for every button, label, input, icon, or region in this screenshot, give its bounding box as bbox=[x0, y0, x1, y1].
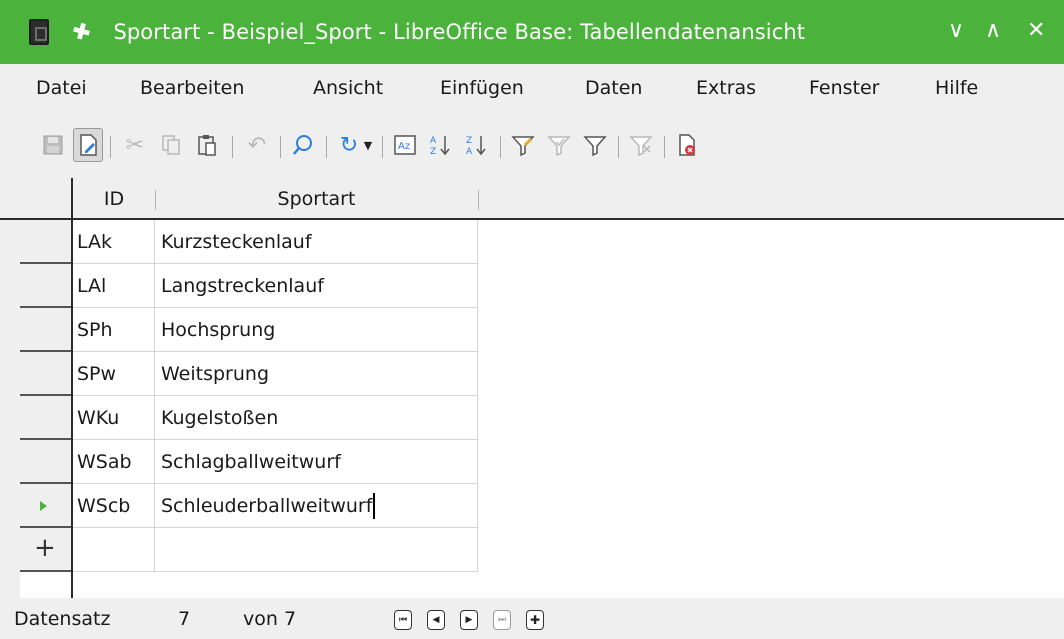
menu-einfuegen[interactable]: Einfügen bbox=[440, 77, 524, 99]
standard-filter-icon[interactable] bbox=[580, 128, 610, 162]
data-grid: ID Sportart LAk Kurzsteckenlauf LAl Lang… bbox=[0, 178, 1064, 598]
menu-fenster[interactable]: Fenster bbox=[809, 77, 879, 99]
toolbar-separator bbox=[382, 136, 383, 158]
table-row[interactable]: SPh Hochsprung bbox=[20, 308, 478, 352]
window-title: Sportart - Beispiel_Sport - LibreOffice … bbox=[113, 20, 806, 44]
cell-sportart-new[interactable] bbox=[155, 528, 478, 572]
grid-divider-line bbox=[71, 178, 73, 598]
menu-bearbeiten[interactable]: Bearbeiten bbox=[140, 77, 244, 99]
cell-id[interactable]: LAl bbox=[73, 264, 155, 308]
toolbar-separator bbox=[280, 136, 281, 158]
current-row-arrow-icon bbox=[40, 501, 47, 511]
app-icon[interactable] bbox=[29, 19, 49, 45]
row-handle[interactable] bbox=[20, 352, 71, 396]
menu-daten[interactable]: Daten bbox=[585, 77, 642, 99]
column-header-id[interactable]: ID bbox=[73, 178, 155, 220]
cell-sportart-editing[interactable]: Schleuderballweitwurf bbox=[155, 484, 478, 528]
apply-filter-icon[interactable] bbox=[544, 128, 574, 162]
row-handle[interactable] bbox=[20, 396, 71, 440]
first-record-icon[interactable]: ⏮ bbox=[394, 610, 412, 630]
toolbar-separator bbox=[110, 136, 111, 158]
table-row[interactable]: LAk Kurzsteckenlauf bbox=[20, 220, 478, 264]
cell-sportart[interactable]: Schlagballweitwurf bbox=[155, 440, 478, 484]
column-divider[interactable] bbox=[478, 190, 479, 210]
svg-text:Z: Z bbox=[466, 136, 472, 146]
cell-sportart[interactable]: Weitsprung bbox=[155, 352, 478, 396]
menu-hilfe[interactable]: Hilfe bbox=[935, 77, 978, 99]
row-handle[interactable] bbox=[20, 440, 71, 484]
toolbar-separator bbox=[618, 136, 619, 158]
record-number-field[interactable]: 7 bbox=[178, 608, 190, 630]
cell-id[interactable]: WKu bbox=[73, 396, 155, 440]
toolbar: ✂ ↶ ↻ ▼ Az AZ ZA bbox=[0, 118, 1064, 174]
column-header-sportart[interactable]: Sportart bbox=[155, 178, 478, 220]
cell-sportart-text: Schleuderballweitwurf bbox=[161, 494, 373, 517]
find-icon[interactable] bbox=[288, 128, 318, 162]
cell-sportart[interactable]: Kurzsteckenlauf bbox=[155, 220, 478, 264]
cell-sportart[interactable]: Hochsprung bbox=[155, 308, 478, 352]
minimize-button[interactable]: ∨ bbox=[948, 18, 964, 44]
toolbar-separator bbox=[326, 136, 327, 158]
autofilter-icon[interactable] bbox=[508, 128, 538, 162]
row-handle[interactable] bbox=[20, 220, 71, 264]
text-cursor bbox=[373, 492, 376, 519]
copy-icon[interactable] bbox=[156, 128, 186, 162]
toolbar-separator bbox=[232, 136, 233, 158]
new-record-icon[interactable]: ✚ bbox=[526, 610, 544, 630]
svg-text:A: A bbox=[430, 136, 437, 146]
pin-icon[interactable]: ✖ bbox=[68, 17, 96, 48]
cell-id-new[interactable] bbox=[73, 528, 155, 572]
menu-extras[interactable]: Extras bbox=[696, 77, 756, 99]
row-handle[interactable]: + bbox=[20, 528, 71, 572]
cell-sportart[interactable]: Kugelstoßen bbox=[155, 396, 478, 440]
cell-id[interactable]: SPw bbox=[73, 352, 155, 396]
new-row-plus-icon: + bbox=[34, 533, 56, 563]
cell-id[interactable]: LAk bbox=[73, 220, 155, 264]
table-row-new[interactable]: + bbox=[20, 528, 478, 572]
row-handle[interactable] bbox=[20, 308, 71, 352]
save-icon[interactable] bbox=[38, 128, 68, 162]
sort-ascending-icon[interactable]: AZ bbox=[426, 128, 456, 162]
maximize-button[interactable]: ∧ bbox=[985, 18, 1001, 44]
toolbar-separator bbox=[664, 136, 665, 158]
next-record-icon[interactable]: ▶ bbox=[460, 610, 478, 630]
delete-record-icon[interactable] bbox=[672, 128, 702, 162]
toolbar-separator bbox=[500, 136, 501, 158]
paste-icon[interactable] bbox=[192, 128, 222, 162]
cell-id[interactable]: SPh bbox=[73, 308, 155, 352]
record-count-label: von 7 bbox=[243, 608, 297, 630]
sort-descending-icon[interactable]: ZA bbox=[462, 128, 492, 162]
last-record-icon[interactable]: ⏭ bbox=[493, 610, 511, 630]
record-label: Datensatz bbox=[14, 608, 111, 630]
table-row[interactable]: SPw Weitsprung bbox=[20, 352, 478, 396]
svg-text:Az: Az bbox=[398, 141, 410, 152]
row-handle[interactable] bbox=[20, 264, 71, 308]
cut-icon[interactable]: ✂ bbox=[120, 128, 150, 162]
table-row[interactable]: WSab Schlagballweitwurf bbox=[20, 440, 478, 484]
menu-bar: Datei Bearbeiten Ansicht Einfügen Daten … bbox=[0, 64, 1064, 116]
table-row[interactable]: WKu Kugelstoßen bbox=[20, 396, 478, 440]
close-button[interactable]: ✕ bbox=[1027, 18, 1045, 44]
record-navigation-bar: Datensatz 7 von 7 ⏮ ◀ ▶ ⏭ ✚ bbox=[0, 598, 1064, 639]
svg-text:Z: Z bbox=[430, 147, 436, 157]
table-row-current[interactable]: WScb Schleuderballweitwurf bbox=[20, 484, 478, 528]
sort-icon[interactable]: Az bbox=[390, 128, 420, 162]
menu-datei[interactable]: Datei bbox=[36, 77, 87, 99]
edit-mode-icon[interactable] bbox=[73, 128, 103, 162]
previous-record-icon[interactable]: ◀ bbox=[427, 610, 445, 630]
title-bar: ✖ Sportart - Beispiel_Sport - LibreOffic… bbox=[0, 0, 1064, 64]
reset-filter-icon[interactable] bbox=[626, 128, 656, 162]
cell-id[interactable]: WSab bbox=[73, 440, 155, 484]
cell-id[interactable]: WScb bbox=[73, 484, 155, 528]
row-handle[interactable] bbox=[20, 484, 71, 528]
menu-ansicht[interactable]: Ansicht bbox=[313, 77, 383, 99]
grid-left-strip bbox=[0, 220, 20, 598]
cell-sportart[interactable]: Langstreckenlauf bbox=[155, 264, 478, 308]
dropdown-icon[interactable]: ▼ bbox=[360, 128, 376, 162]
table-row[interactable]: LAl Langstreckenlauf bbox=[20, 264, 478, 308]
svg-text:A: A bbox=[466, 147, 473, 157]
undo-icon[interactable]: ↶ bbox=[242, 128, 272, 162]
